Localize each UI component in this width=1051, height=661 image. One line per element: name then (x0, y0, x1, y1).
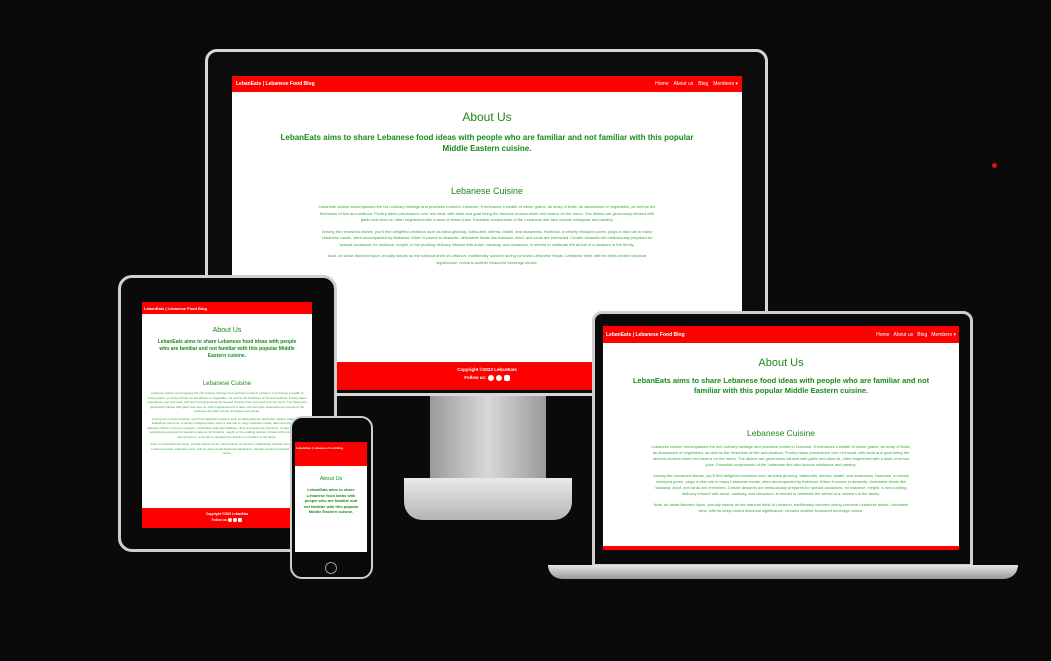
navbar: LebanEats | Lebanese Food Blog Home Abou… (232, 76, 742, 92)
cuisine-paragraph: Among the renowned dishes, you'll find d… (321, 228, 653, 247)
decorative-dot (992, 163, 997, 168)
navbar: LebanEats | Lebanese Food Blog Home Abou… (603, 326, 959, 343)
follow-label: Follow us: (464, 375, 487, 381)
navbar: LebanEats | Lebanese Food Blog (142, 302, 312, 314)
instagram-icon[interactable] (503, 375, 510, 381)
nav-blog[interactable]: Blog (917, 332, 927, 338)
nav-about[interactable]: About us (673, 81, 693, 87)
nav-members-dropdown[interactable]: Members ▾ (713, 81, 738, 87)
twitter-icon[interactable] (495, 375, 502, 381)
footer-copyright: Copyright ©2023 LebanEats (205, 512, 249, 516)
brand-link[interactable]: LebanEats | Lebanese Food Blog (236, 81, 315, 87)
brand-link[interactable]: LebanEats | Lebanese Food Blog (606, 332, 685, 338)
instagram-icon[interactable] (238, 518, 243, 523)
nav-blog[interactable]: Blog (698, 81, 708, 87)
nav-home[interactable]: Home (655, 81, 668, 87)
tablet-screen: LebanEats | Lebanese Food Blog About Us … (142, 302, 312, 528)
facebook-icon[interactable] (228, 518, 233, 523)
phone-home-button[interactable] (325, 562, 337, 574)
twitter-icon[interactable] (233, 518, 238, 523)
cuisine-paragraph: Among the renowned dishes, you'll find d… (653, 473, 909, 496)
page-title: About Us (212, 327, 242, 334)
nav-links: Home About us Blog Members ▾ (655, 81, 738, 87)
brand-link[interactable]: LebanEats | Lebanese Food Blog (296, 446, 343, 450)
follow-label: Follow us: (211, 518, 228, 522)
nav-home[interactable]: Home (876, 332, 889, 338)
laptop-screen: LebanEats | Lebanese Food Blog Home Abou… (603, 326, 959, 550)
cuisine-paragraph: Lebanese cuisine encompasses the rich cu… (147, 391, 307, 413)
footer-follow: Follow us: (142, 518, 312, 523)
footer: Copyright ©2023 LebanEats Follow us: (142, 508, 312, 528)
phone-screen: LebanEats | Lebanese Food Blog About Us … (295, 442, 367, 552)
navbar: LebanEats | Lebanese Food Blog (295, 442, 367, 466)
page-lead: LebanEats aims to share Lebanese food id… (632, 376, 930, 395)
cuisine-paragraph: Arak, an anise-flavored liquor, proudly … (150, 442, 304, 455)
page-lead: LebanEats aims to share Lebanese food id… (280, 133, 694, 153)
laptop-base (548, 565, 1018, 579)
footer-strip (603, 546, 959, 550)
monitor-base (404, 478, 572, 520)
cuisine-paragraph: Lebanese cuisine encompasses the rich cu… (651, 444, 911, 467)
social-icons (228, 518, 243, 523)
page-lead: LebanEats aims to share Lebanese food id… (303, 487, 359, 514)
page-title: About Us (462, 110, 512, 124)
social-icons (487, 375, 510, 381)
brand-link[interactable]: LebanEats | Lebanese Food Blog (144, 306, 207, 311)
nav-links: Home About us Blog Members ▾ (876, 332, 956, 338)
nav-members-dropdown[interactable]: Members ▾ (931, 332, 956, 338)
cuisine-paragraph: Among the renowned dishes, you'll find d… (147, 416, 307, 439)
section-title: Lebanese Cuisine (202, 381, 252, 387)
cuisine-paragraph: Arak, an anise-flavored liquor, proudly … (653, 502, 909, 513)
facebook-icon[interactable] (487, 375, 494, 381)
section-title: Lebanese Cuisine (746, 428, 816, 438)
section-title: Lebanese Cuisine (450, 186, 524, 196)
monitor-neck (430, 396, 546, 482)
cuisine-paragraph: Arak, an anise-flavored liquor, proudly … (327, 253, 647, 265)
page-title: About Us (758, 357, 804, 369)
cuisine-paragraph: Lebanese cuisine encompasses the rich cu… (318, 204, 656, 222)
page-lead: LebanEats aims to share Lebanese food id… (157, 339, 297, 359)
page-title: About Us (319, 476, 343, 482)
nav-about[interactable]: About us (893, 332, 913, 338)
